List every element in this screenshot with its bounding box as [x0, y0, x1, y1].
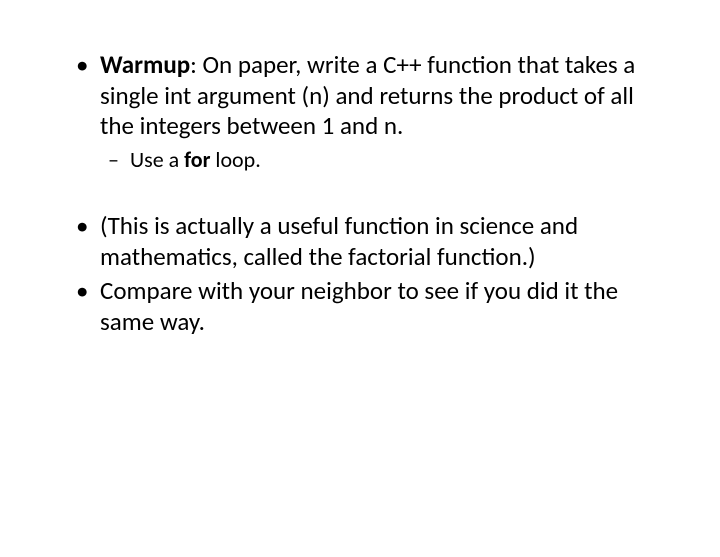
sub-bullet-list: Use a for loop.	[100, 146, 652, 174]
sub-bullet-post: loop.	[210, 146, 260, 173]
slide-body: Warmup: On paper, write a C++ function t…	[0, 0, 720, 557]
spacer	[100, 177, 652, 207]
bullet-item: Warmup: On paper, write a C++ function t…	[100, 50, 652, 173]
sub-bullet-item: Use a for loop.	[130, 146, 652, 174]
bullet-text: (This is actually a useful function in s…	[100, 210, 578, 272]
sub-bullet-pre: Use a	[130, 146, 184, 173]
bullet-list: Warmup: On paper, write a C++ function t…	[68, 50, 652, 337]
bullet-text: Compare with your neighbor to see if you…	[100, 275, 618, 337]
bullet-item: (This is actually a useful function in s…	[100, 211, 652, 272]
bullet-item: Compare with your neighbor to see if you…	[100, 276, 652, 337]
sub-bullet-bold: for	[184, 146, 210, 173]
bullet-bold-label: Warmup	[100, 49, 190, 80]
